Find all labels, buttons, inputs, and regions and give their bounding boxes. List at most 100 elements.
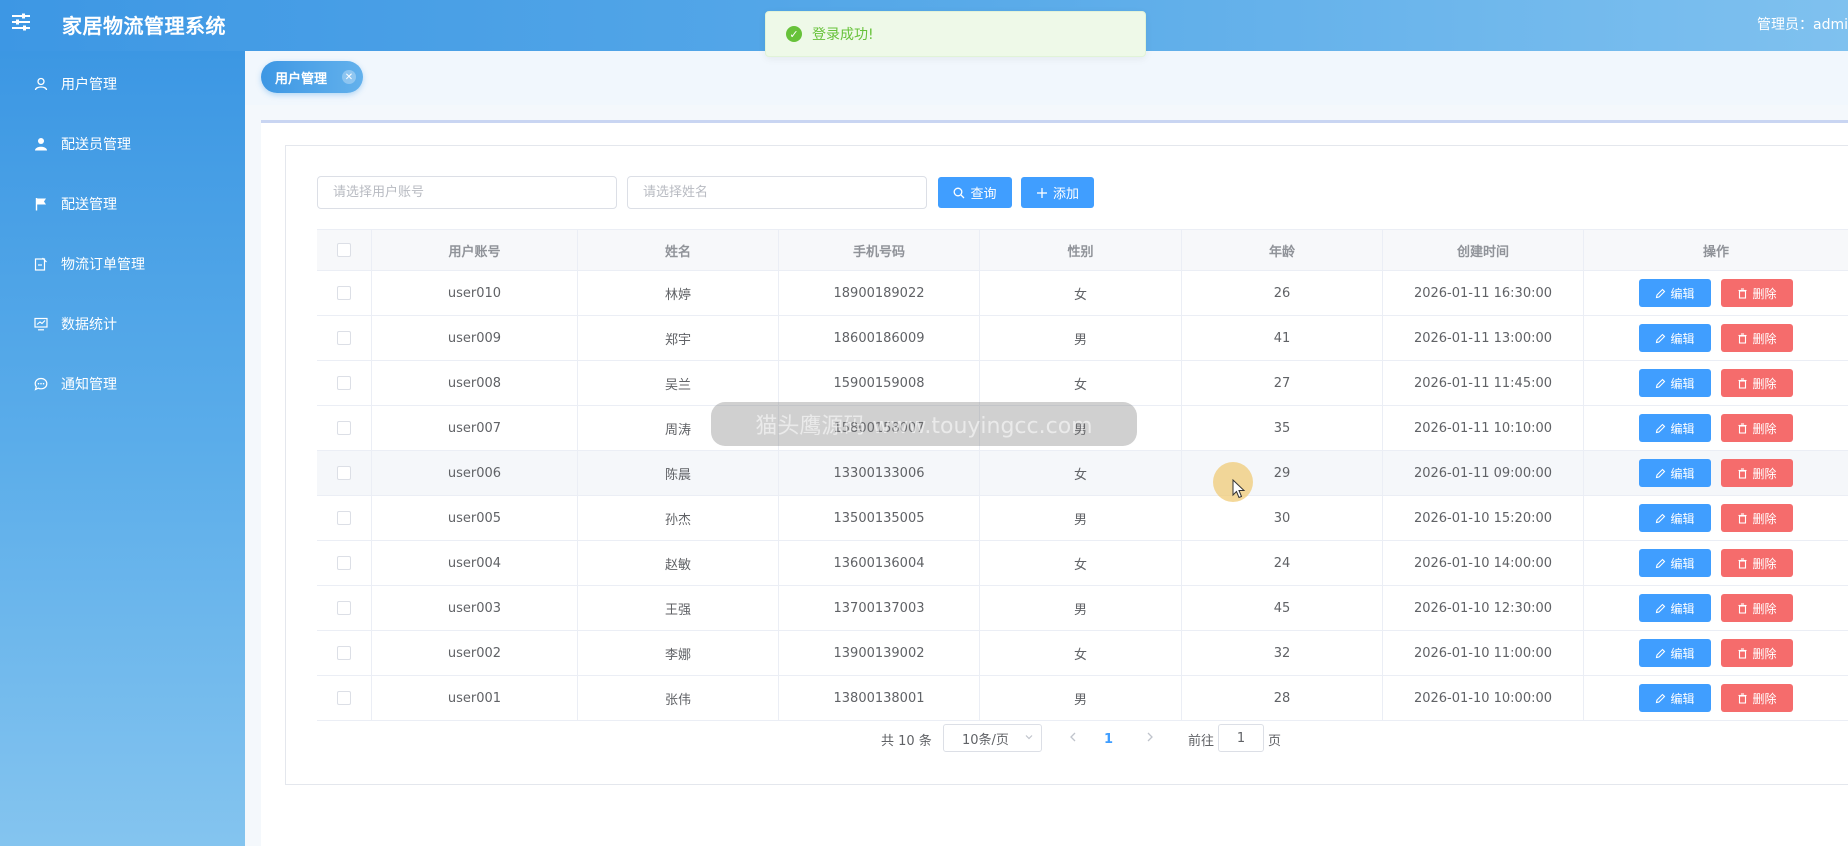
table-row[interactable]: user004 赵敏 13600136004 女 24 2026-01-10 14:00:… bbox=[317, 541, 1848, 586]
row-checkbox[interactable] bbox=[337, 511, 351, 525]
table-row[interactable]: user006 陈晨 13300133006 女 29 2026-01-11 09:00:… bbox=[317, 451, 1848, 496]
row-checkbox[interactable] bbox=[337, 376, 351, 390]
tab-user-management[interactable]: 用户管理 ✕ bbox=[261, 61, 363, 93]
row-checkbox[interactable] bbox=[337, 646, 351, 660]
delete-button[interactable]: 删除 bbox=[1721, 369, 1793, 397]
column-header[interactable]: 性别 bbox=[980, 230, 1182, 270]
table-row[interactable]: user003 王强 13700137003 男 45 2026-01-10 12:30:… bbox=[317, 586, 1848, 631]
table-row[interactable]: user005 孙杰 13500135005 男 30 2026-01-10 15:20:… bbox=[317, 496, 1848, 541]
row-checkbox[interactable] bbox=[337, 466, 351, 480]
table-row[interactable]: user002 李娜 13900139002 女 32 2026-01-10 11:00:… bbox=[317, 631, 1848, 676]
row-checkbox[interactable] bbox=[337, 556, 351, 570]
cell-name: 林婷 bbox=[578, 271, 779, 315]
cell-actions: 编辑 删除 bbox=[1584, 316, 1848, 360]
column-header[interactable]: 用户账号 bbox=[372, 230, 578, 270]
cell-actions: 编辑 删除 bbox=[1584, 361, 1848, 405]
chevron-left-icon bbox=[1068, 731, 1078, 747]
sidebar-item-orders[interactable]: 物流订单管理 bbox=[0, 242, 245, 286]
edit-button[interactable]: 编辑 bbox=[1639, 324, 1711, 352]
sidebar-item-users[interactable]: 用户管理 bbox=[0, 62, 245, 106]
edit-button[interactable]: 编辑 bbox=[1639, 459, 1711, 487]
edit-button-label: 编辑 bbox=[1670, 601, 1695, 616]
delete-button[interactable]: 删除 bbox=[1721, 324, 1793, 352]
person-filled-icon bbox=[33, 136, 49, 152]
table-row[interactable]: user001 张伟 13800138001 男 28 2026-01-10 10:00:… bbox=[317, 676, 1848, 721]
cell-phone: 13900139002 bbox=[779, 631, 980, 675]
account-search-input[interactable] bbox=[317, 176, 617, 209]
delete-button[interactable]: 删除 bbox=[1721, 414, 1793, 442]
add-button[interactable]: 添加 bbox=[1021, 177, 1094, 208]
prev-page-button[interactable] bbox=[1066, 724, 1080, 754]
admin-user-label[interactable]: 管理员：admi bbox=[1757, 14, 1848, 34]
cell-age: 30 bbox=[1182, 496, 1383, 540]
query-button[interactable]: 查询 bbox=[938, 177, 1012, 208]
table-row[interactable]: user010 林婷 18900189022 女 26 2026-01-11 16:30:… bbox=[317, 271, 1848, 316]
user-table: 用户账号 姓名 手机号码 性别 年龄 创建时间 操作 user010 林婷 1890… bbox=[317, 229, 1848, 721]
delete-button[interactable]: 删除 bbox=[1721, 504, 1793, 532]
cell-age: 26 bbox=[1182, 271, 1383, 315]
edit-button[interactable]: 编辑 bbox=[1639, 594, 1711, 622]
success-toast: ✓ 登录成功! bbox=[765, 11, 1146, 57]
cell-gender: 女 bbox=[980, 541, 1182, 585]
cell-account: user009 bbox=[372, 316, 578, 360]
table-row[interactable]: user008 吴兰 15900159008 女 27 2026-01-11 11:45:… bbox=[317, 361, 1848, 406]
edit-pencil-icon bbox=[1655, 513, 1666, 524]
tab-bar: 用户管理 ✕ bbox=[245, 51, 1848, 105]
row-checkbox[interactable] bbox=[337, 286, 351, 300]
delete-button[interactable]: 删除 bbox=[1721, 459, 1793, 487]
cell-name: 郑宇 bbox=[578, 316, 779, 360]
edit-button[interactable]: 编辑 bbox=[1639, 414, 1711, 442]
edit-pencil-icon bbox=[1655, 603, 1666, 614]
cell-created: 2026-01-10 11:00:00 bbox=[1383, 631, 1584, 675]
goto-suffix: 页 bbox=[1268, 733, 1282, 749]
cell-age: 45 bbox=[1182, 586, 1383, 630]
column-header[interactable]: 手机号码 bbox=[779, 230, 980, 270]
row-select-cell bbox=[317, 541, 372, 585]
delete-button[interactable]: 删除 bbox=[1721, 279, 1793, 307]
delete-button[interactable]: 删除 bbox=[1721, 684, 1793, 712]
cell-age: 29 bbox=[1182, 451, 1383, 495]
sidebar-item-notifications[interactable]: 通知管理 bbox=[0, 362, 245, 406]
delete-button[interactable]: 删除 bbox=[1721, 594, 1793, 622]
next-page-button[interactable] bbox=[1143, 724, 1157, 754]
chevron-right-icon bbox=[1145, 731, 1155, 747]
edit-button[interactable]: 编辑 bbox=[1639, 639, 1711, 667]
delete-button[interactable]: 删除 bbox=[1721, 639, 1793, 667]
delete-button[interactable]: 删除 bbox=[1721, 549, 1793, 577]
edit-button[interactable]: 编辑 bbox=[1639, 684, 1711, 712]
name-search-input[interactable] bbox=[627, 176, 927, 209]
cell-actions: 编辑 删除 bbox=[1584, 271, 1848, 315]
cell-age: 41 bbox=[1182, 316, 1383, 360]
column-header[interactable]: 姓名 bbox=[578, 230, 779, 270]
column-header[interactable]: 创建时间 bbox=[1383, 230, 1584, 270]
app-title: 家居物流管理系统 bbox=[62, 14, 226, 38]
row-checkbox[interactable] bbox=[337, 601, 351, 615]
row-checkbox[interactable] bbox=[337, 421, 351, 435]
cell-account: user007 bbox=[372, 406, 578, 450]
row-checkbox[interactable] bbox=[337, 331, 351, 345]
table-row[interactable]: user009 郑宇 18600186009 男 41 2026-01-11 13:00:… bbox=[317, 316, 1848, 361]
row-checkbox[interactable] bbox=[337, 691, 351, 705]
cell-account: user008 bbox=[372, 361, 578, 405]
cell-gender: 男 bbox=[980, 496, 1182, 540]
edit-button[interactable]: 编辑 bbox=[1639, 504, 1711, 532]
sliders-icon[interactable] bbox=[10, 11, 32, 33]
edit-button[interactable]: 编辑 bbox=[1639, 279, 1711, 307]
edit-button[interactable]: 编辑 bbox=[1639, 549, 1711, 577]
edit-button[interactable]: 编辑 bbox=[1639, 369, 1711, 397]
sidebar-item-delivery[interactable]: 配送管理 bbox=[0, 182, 245, 226]
delete-button-label: 删除 bbox=[1752, 601, 1777, 616]
page-number-current[interactable]: 1 bbox=[1104, 724, 1113, 754]
goto-page-input[interactable]: 1 bbox=[1218, 724, 1264, 752]
delete-button-label: 删除 bbox=[1752, 376, 1777, 391]
cell-age: 24 bbox=[1182, 541, 1383, 585]
search-icon bbox=[953, 187, 965, 199]
select-all-checkbox[interactable] bbox=[337, 243, 351, 257]
cell-age: 27 bbox=[1182, 361, 1383, 405]
close-icon[interactable]: ✕ bbox=[342, 70, 356, 84]
watermark-overlay: 猫头鹰源码 www.touyingcc.com bbox=[711, 402, 1137, 446]
sidebar-item-couriers[interactable]: 配送员管理 bbox=[0, 122, 245, 166]
column-header[interactable]: 年龄 bbox=[1182, 230, 1383, 270]
page-size-select[interactable]: 10条/页 bbox=[943, 724, 1042, 752]
sidebar-item-statistics[interactable]: 数据统计 bbox=[0, 302, 245, 346]
